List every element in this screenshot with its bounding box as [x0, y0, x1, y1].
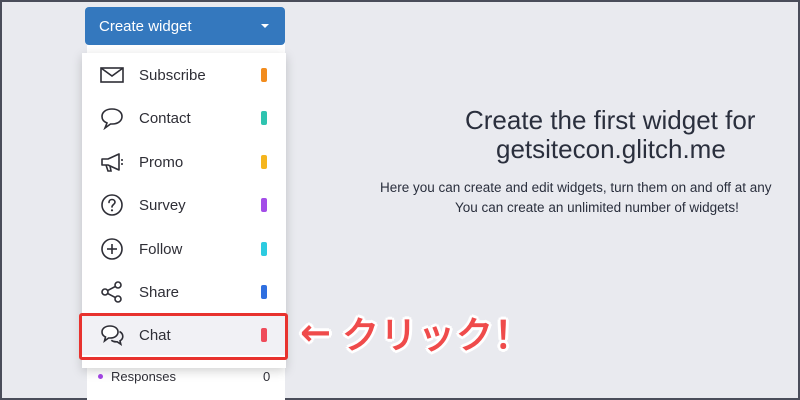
left-arrow-icon: ←: [300, 310, 333, 354]
menu-item-label: Subscribe: [139, 67, 206, 84]
survey-color-marker: [261, 198, 267, 212]
menu-item-promo[interactable]: Promo: [82, 142, 286, 182]
menu-item-label: Promo: [139, 154, 184, 171]
megaphone-icon: [99, 150, 125, 174]
menu-item-label: Contact: [139, 110, 191, 127]
question-icon: [99, 193, 125, 217]
click-annotation: ← クリック！: [300, 305, 532, 359]
responses-label: Responses: [111, 369, 177, 384]
menu-item-contact[interactable]: Contact: [82, 98, 286, 138]
empty-state-description: Here you can create and edit widgets, tu…: [380, 178, 800, 218]
responses-row[interactable]: Responses 0: [87, 366, 285, 388]
share-color-marker: [261, 285, 267, 299]
chevron-down-icon[interactable]: [261, 24, 269, 28]
menu-item-subscribe[interactable]: Subscribe: [82, 55, 286, 95]
click-annotation-text: クリック！: [342, 314, 533, 357]
plus-circle-icon: [99, 237, 125, 261]
envelope-icon: [99, 63, 125, 87]
speech-bubble-icon: [99, 106, 125, 130]
responses-count: 0: [263, 369, 271, 384]
responses-dot-icon: [98, 374, 103, 379]
follow-color-marker: [261, 242, 267, 256]
empty-desc-line1: Here you can create and edit widgets, tu…: [380, 180, 772, 195]
empty-desc-line2: You can create an unlimited number of wi…: [455, 200, 739, 215]
empty-title-line1: Create the first widget for: [465, 105, 756, 135]
menu-item-label: Share: [139, 284, 180, 301]
menu-item-follow[interactable]: Follow: [82, 229, 286, 269]
empty-state-title: Create the first widget for getsitecon.g…: [462, 106, 762, 163]
menu-item-label: Survey: [139, 197, 186, 214]
contact-color-marker: [261, 111, 267, 125]
menu-item-survey[interactable]: Survey: [82, 185, 286, 225]
create-widget-button[interactable]: Create widget: [85, 7, 285, 45]
empty-title-line2: getsitecon.glitch.me: [496, 133, 726, 164]
create-widget-label: Create widget: [99, 17, 192, 35]
menu-item-share[interactable]: Share: [82, 272, 286, 312]
subscribe-color-marker: [261, 68, 267, 82]
share-icon: [99, 280, 125, 304]
menu-item-label: Follow: [139, 241, 183, 258]
chat-highlight-box: [79, 313, 288, 360]
promo-color-marker: [261, 155, 267, 169]
